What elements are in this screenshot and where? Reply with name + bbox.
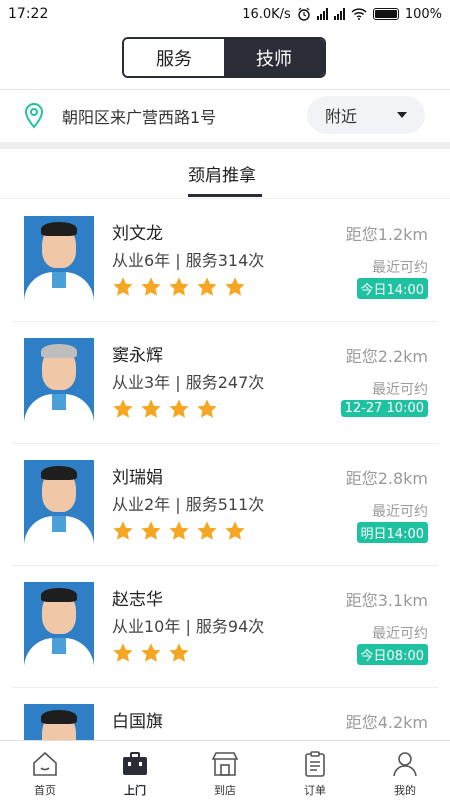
nav-home-visit-label: 上门 [124,784,146,797]
avatar [24,216,94,302]
signal-icon [316,8,328,20]
soonest-label: 最近可约 [372,260,428,276]
soonest-time-badge: 今日14:00 [356,278,428,299]
home-icon [33,751,57,776]
star-icon [197,521,217,540]
nav-store-label: 到店 [214,784,236,797]
distance-text: 距您3.1km [345,591,428,610]
soonest-time-badge: 今日08:00 [356,644,428,665]
distance-text: 距您2.2km [345,347,428,366]
star-icon [141,277,161,296]
bottom-nav: 首页 上门 到店 订单 我的 [0,740,450,800]
battery-level: 100% [404,6,442,22]
technician-name: 赵志华 [112,590,163,610]
star-icon [169,399,189,418]
category-tabs: 颈肩推拿 [0,149,450,199]
nav-profile-label: 我的 [394,784,416,797]
technician-meta: 从业10年 | 服务94次 [112,617,265,636]
technician-meta: 从业6年 | 服务314次 [112,251,265,270]
rating-stars [112,642,190,664]
network-speed: 16.0K/s [242,6,291,22]
avatar [24,460,94,546]
star-icon [141,399,161,418]
address-text[interactable]: 朝阳区来广营西路1号 [62,104,216,128]
star-icon [113,643,133,662]
segmented-control: 服务 技师 [122,37,326,78]
technician-name: 白国旗 [112,712,163,732]
technician-list: 刘文龙 从业6年 | 服务314次 距您1.2km 最近可约 今日14:00 窦… [0,200,450,740]
star-icon [141,521,161,540]
distance-text: 距您2.8km [345,469,428,488]
section-divider [0,142,450,149]
technician-meta: 从业2年 | 服务511次 [112,495,265,514]
status-time: 17:22 [8,6,49,22]
nav-orders-label: 订单 [304,784,326,797]
avatar [24,704,94,740]
tab-neck-shoulder-massage[interactable]: 颈肩推拿 [188,161,256,186]
nav-home[interactable]: 首页 [0,741,90,800]
avatar [24,338,94,424]
nearby-dropdown[interactable]: 附近 [307,96,425,134]
battery-icon [372,8,399,20]
store-icon [211,752,239,776]
nav-home-visit[interactable]: 上门 [90,741,180,800]
star-icon [113,521,133,540]
technician-row[interactable]: 刘文龙 从业6年 | 服务314次 距您1.2km 最近可约 今日14:00 [0,200,450,322]
star-icon [113,399,133,418]
location-pin-icon[interactable] [22,102,46,130]
segment-technician[interactable]: 技师 [224,39,324,76]
star-icon [169,643,189,662]
soonest-label: 最近可约 [372,382,428,398]
person-icon [393,752,417,777]
star-icon [169,521,189,540]
technician-row[interactable]: 白国旗 距您4.2km [0,688,450,740]
star-icon [141,643,161,662]
alarm-icon [298,7,310,21]
rating-stars [112,276,246,298]
nav-store[interactable]: 到店 [180,741,270,800]
star-icon [113,277,133,296]
caret-down-icon [397,112,407,118]
clipboard-icon [305,751,325,777]
distance-text: 距您1.2km [345,225,428,244]
star-icon [197,399,217,418]
soonest-time-badge: 12-27 10:00 [340,400,428,417]
header: 服务 技师 [0,28,450,90]
soonest-label: 最近可约 [372,626,428,642]
status-bar: 17:22 16.0K/s 100% [0,0,450,28]
wifi-icon [351,8,367,20]
star-icon [197,277,217,296]
nav-home-label: 首页 [34,784,56,797]
star-icon [225,277,245,296]
avatar [24,582,94,668]
technician-name: 刘瑞娟 [112,468,163,488]
briefcase-icon [123,752,147,775]
rating-stars [112,398,218,420]
technician-name: 窦永辉 [112,346,163,366]
soonest-time-badge: 明日14:00 [356,522,428,543]
technician-name: 刘文龙 [112,224,163,244]
star-icon [225,521,245,540]
star-icon [169,277,189,296]
location-bar: 朝阳区来广营西路1号 附近 [0,90,450,142]
segment-service[interactable]: 服务 [124,39,224,76]
soonest-label: 最近可约 [372,504,428,520]
technician-row[interactable]: 窦永辉 从业3年 | 服务247次 距您2.2km 最近可约 12-27 10:… [0,322,450,444]
rating-stars [112,520,246,542]
tab-underline [188,194,262,197]
nav-profile[interactable]: 我的 [360,741,450,800]
technician-row[interactable]: 刘瑞娟 从业2年 | 服务511次 距您2.8km 最近可约 明日14:00 [0,444,450,566]
distance-text: 距您4.2km [345,713,428,732]
technician-meta: 从业3年 | 服务247次 [112,373,265,392]
status-icons: 16.0K/s 100% [242,7,442,22]
signal-icon-2 [333,8,345,20]
technician-row[interactable]: 赵志华 从业10年 | 服务94次 距您3.1km 最近可约 今日08:00 [0,566,450,688]
nearby-label: 附近 [325,107,358,126]
nav-orders[interactable]: 订单 [270,741,360,800]
